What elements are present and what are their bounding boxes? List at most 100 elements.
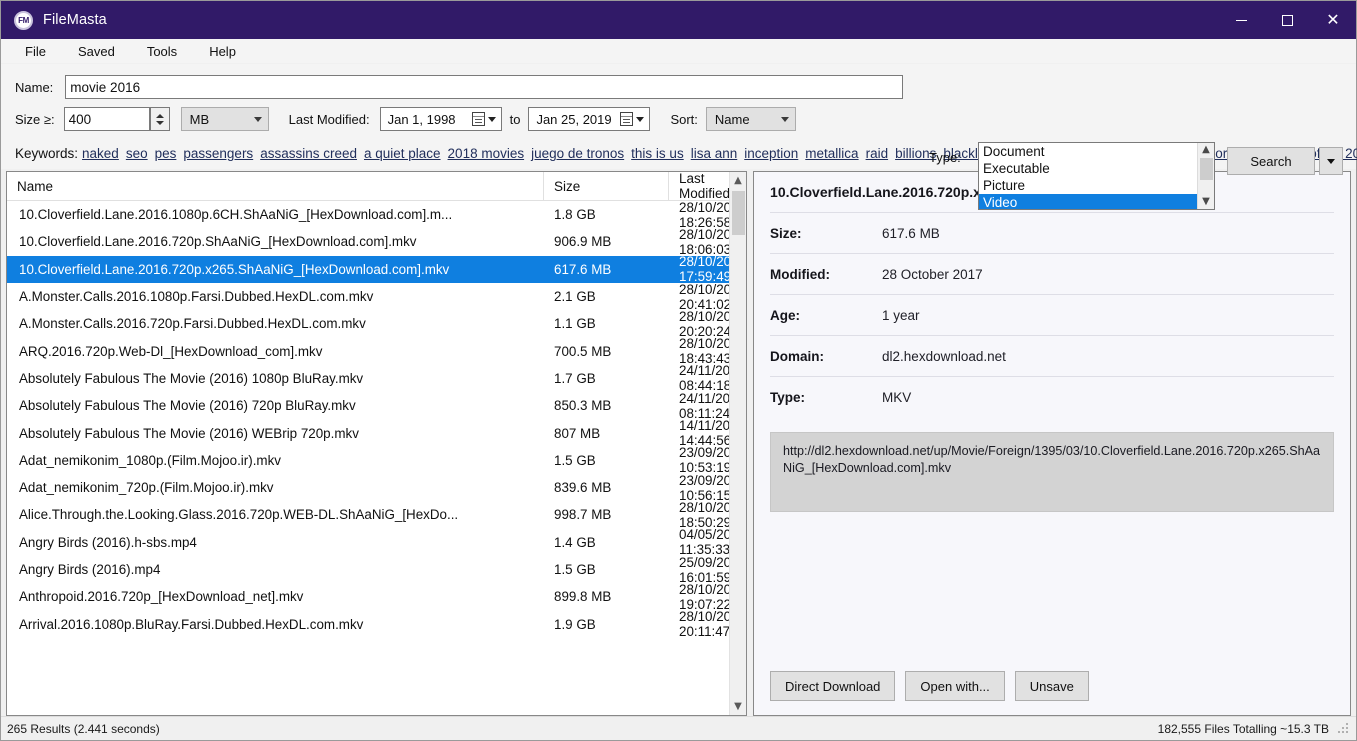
scrollbar-thumb[interactable] bbox=[1200, 158, 1213, 180]
sort-value: Name bbox=[715, 112, 773, 127]
cell-size: 906.9 MB bbox=[544, 234, 669, 249]
keyword-link[interactable]: a quiet place bbox=[364, 146, 441, 161]
column-header-size[interactable]: Size bbox=[544, 172, 669, 200]
detail-key-type: Type: bbox=[770, 390, 882, 405]
cell-name: Arrival.2016.1080p.BluRay.Farsi.Dubbed.H… bbox=[7, 617, 544, 632]
scrollbar-thumb[interactable] bbox=[732, 191, 745, 235]
calendar-icon bbox=[620, 112, 633, 126]
table-row[interactable]: 10.Cloverfield.Lane.2016.720p.x265.ShAaN… bbox=[7, 256, 746, 283]
menu-item-file[interactable]: File bbox=[15, 41, 56, 62]
menu-item-help[interactable]: Help bbox=[199, 41, 246, 62]
cell-size: 2.1 GB bbox=[544, 289, 669, 304]
type-option-document[interactable]: Document bbox=[979, 143, 1197, 160]
type-scrollbar[interactable]: ▲ ▼ bbox=[1197, 143, 1214, 209]
keyword-link[interactable]: lisa ann bbox=[691, 146, 738, 161]
sort-select[interactable]: Name bbox=[706, 107, 796, 131]
keyword-link[interactable]: metallica bbox=[805, 146, 858, 161]
cell-name: Angry Birds (2016).mp4 bbox=[7, 562, 544, 577]
table-row[interactable]: Adat_nemikonim_720p.(Film.Mojoo.ir).mkv8… bbox=[7, 474, 746, 501]
cell-size: 1.8 GB bbox=[544, 207, 669, 222]
keyword-link[interactable]: inception bbox=[744, 146, 798, 161]
cell-name: Absolutely Fabulous The Movie (2016) WEB… bbox=[7, 426, 544, 441]
keyword-link[interactable]: raid bbox=[866, 146, 889, 161]
table-row[interactable]: Anthropoid.2016.720p_[HexDownload_net].m… bbox=[7, 583, 746, 610]
scroll-up-icon[interactable]: ▲ bbox=[730, 172, 746, 189]
name-label: Name: bbox=[15, 80, 53, 95]
file-list: Name Size Last Modified 10.Cloverfield.L… bbox=[6, 171, 747, 716]
size-stepper[interactable] bbox=[150, 107, 170, 131]
minimize-button[interactable] bbox=[1218, 1, 1264, 39]
type-option-executable[interactable]: Executable bbox=[979, 160, 1197, 177]
stepper-down-icon[interactable] bbox=[156, 121, 164, 125]
size-unit-select[interactable]: MB bbox=[181, 107, 269, 131]
scroll-down-icon[interactable]: ▼ bbox=[730, 698, 746, 715]
table-row[interactable]: Adat_nemikonim_1080p.(Film.Mojoo.ir).mkv… bbox=[7, 447, 746, 474]
window-title: FileMasta bbox=[43, 12, 107, 28]
table-row[interactable]: A.Monster.Calls.2016.720p.Farsi.Dubbed.H… bbox=[7, 310, 746, 337]
keyword-link[interactable]: assassins creed bbox=[260, 146, 357, 161]
type-option-list: Document Executable Picture Video bbox=[979, 143, 1197, 209]
table-row[interactable]: ARQ.2016.720p.Web-Dl_[HexDownload_com].m… bbox=[7, 337, 746, 364]
size-label: Size ≥: bbox=[15, 112, 55, 127]
table-row[interactable]: Absolutely Fabulous The Movie (2016) 108… bbox=[7, 365, 746, 392]
file-list-header: Name Size Last Modified bbox=[7, 172, 746, 201]
main-area: Name Size Last Modified 10.Cloverfield.L… bbox=[1, 169, 1356, 716]
scroll-down-icon[interactable]: ▼ bbox=[1202, 195, 1210, 209]
open-with-button[interactable]: Open with... bbox=[905, 671, 1004, 701]
cell-size: 1.5 GB bbox=[544, 453, 669, 468]
title-bar: FM FileMasta ✕ bbox=[1, 1, 1356, 39]
maximize-button[interactable] bbox=[1264, 1, 1310, 39]
date-from-field[interactable]: Jan 1, 1998 bbox=[380, 107, 502, 131]
column-header-name[interactable]: Name bbox=[7, 172, 544, 200]
table-row[interactable]: A.Monster.Calls.2016.1080p.Farsi.Dubbed.… bbox=[7, 283, 746, 310]
type-listbox[interactable]: Document Executable Picture Video ▲ ▼ bbox=[978, 142, 1215, 210]
chevron-down-icon bbox=[636, 117, 644, 122]
chevron-down-icon bbox=[781, 117, 789, 122]
detail-row-type: Type: MKV bbox=[770, 377, 1334, 418]
search-button[interactable]: Search bbox=[1227, 147, 1315, 175]
table-row[interactable]: Angry Birds (2016).h-sbs.mp41.4 GB04/05/… bbox=[7, 529, 746, 556]
keyword-link[interactable]: passengers bbox=[183, 146, 253, 161]
search-options-button[interactable] bbox=[1319, 147, 1343, 175]
menu-item-tools[interactable]: Tools bbox=[137, 41, 187, 62]
direct-download-button[interactable]: Direct Download bbox=[770, 671, 895, 701]
keyword-link[interactable]: this is us bbox=[631, 146, 684, 161]
resize-grip-icon[interactable] bbox=[1337, 722, 1350, 735]
keyword-link[interactable]: seo bbox=[126, 146, 148, 161]
table-row[interactable]: Arrival.2016.1080p.BluRay.Farsi.Dubbed.H… bbox=[7, 610, 746, 637]
menu-bar: File Saved Tools Help bbox=[1, 39, 1356, 64]
detail-row-size: Size: 617.6 MB bbox=[770, 213, 1334, 254]
keyword-link[interactable]: pes bbox=[155, 146, 177, 161]
scroll-up-icon[interactable]: ▲ bbox=[1202, 143, 1210, 157]
table-row[interactable]: Absolutely Fabulous The Movie (2016) 720… bbox=[7, 392, 746, 419]
type-option-picture[interactable]: Picture bbox=[979, 177, 1197, 194]
cell-name: 10.Cloverfield.Lane.2016.720p.x265.ShAaN… bbox=[7, 262, 544, 277]
file-list-scrollbar[interactable]: ▲ ▼ bbox=[729, 172, 746, 715]
chevron-down-icon bbox=[1327, 159, 1335, 164]
unsave-button[interactable]: Unsave bbox=[1015, 671, 1089, 701]
table-row[interactable]: 10.Cloverfield.Lane.2016.720p.ShAaNiG_[H… bbox=[7, 228, 746, 255]
close-button[interactable]: ✕ bbox=[1310, 1, 1356, 39]
detail-row-modified: Modified: 28 October 2017 bbox=[770, 254, 1334, 295]
type-option-video[interactable]: Video bbox=[979, 194, 1197, 209]
keyword-link[interactable]: naked bbox=[82, 146, 119, 161]
table-row[interactable]: 10.Cloverfield.Lane.2016.1080p.6CH.ShAaN… bbox=[7, 201, 746, 228]
menu-item-saved[interactable]: Saved bbox=[68, 41, 125, 62]
table-row[interactable]: Absolutely Fabulous The Movie (2016) WEB… bbox=[7, 419, 746, 446]
date-to-field[interactable]: Jan 25, 2019 bbox=[528, 107, 650, 131]
keyword-link[interactable]: juego de tronos bbox=[531, 146, 624, 161]
calendar-icon bbox=[472, 112, 485, 126]
detail-url-box[interactable]: http://dl2.hexdownload.net/up/Movie/Fore… bbox=[770, 432, 1334, 512]
table-row[interactable]: Angry Birds (2016).mp41.5 GB25/09/2016 1… bbox=[7, 556, 746, 583]
last-modified-label: Last Modified: bbox=[289, 112, 370, 127]
size-input[interactable] bbox=[64, 107, 150, 131]
date-to-value: Jan 25, 2019 bbox=[536, 112, 620, 127]
cell-size: 617.6 MB bbox=[544, 262, 669, 277]
stepper-up-icon[interactable] bbox=[156, 114, 164, 118]
detail-row-domain: Domain: dl2.hexdownload.net bbox=[770, 336, 1334, 377]
search-name-input[interactable] bbox=[65, 75, 903, 99]
status-totals: 182,555 Files Totalling ~15.3 TB bbox=[1158, 722, 1329, 736]
keyword-link[interactable]: 2018 movies bbox=[448, 146, 525, 161]
file-list-body: 10.Cloverfield.Lane.2016.1080p.6CH.ShAaN… bbox=[7, 201, 746, 715]
table-row[interactable]: Alice.Through.the.Looking.Glass.2016.720… bbox=[7, 501, 746, 528]
